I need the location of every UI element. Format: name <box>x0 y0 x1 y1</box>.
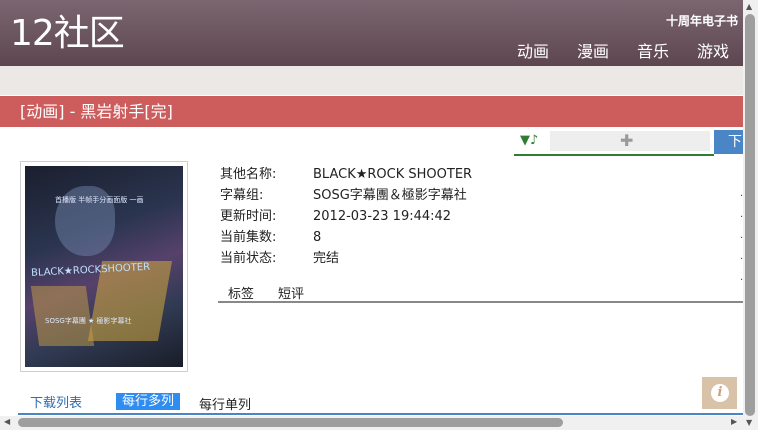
cover-side-text: 首播版 半帧手分画面版 一画 <box>55 196 144 204</box>
info-value: 8 <box>313 230 322 245</box>
anniversary-ebook-link[interactable]: 十周年电子书 <box>666 12 738 29</box>
media-toolbar: ▼♪ ✚ <box>514 130 714 156</box>
puzzle-icon: ✚ <box>620 131 634 150</box>
scroll-down-icon[interactable]: ▼ <box>746 418 752 427</box>
info-button[interactable]: i <box>702 377 737 409</box>
scroll-right-icon[interactable]: ▶ <box>731 417 737 426</box>
info-value: 2012-03-23 19:44:42 <box>313 209 452 224</box>
page-title: [动画] - 黑岩射手[完] <box>0 96 743 127</box>
info-icon: i <box>711 384 729 402</box>
info-row: 更新时间: 2012-03-23 19:44:42 <box>220 206 472 227</box>
info-row: 当前集数: 8 <box>220 227 472 248</box>
info-panel: 其他名称: BLACK★ROCK SHOOTER 字幕组: SOSG字幕團＆極影… <box>220 164 472 269</box>
tab-tags[interactable]: 标签 <box>228 283 254 302</box>
main-nav: 动画 漫画 音乐 游戏 <box>517 38 729 62</box>
info-label: 更新时间: <box>220 209 277 224</box>
horizontal-scroll-thumb[interactable] <box>18 418 563 427</box>
info-row: 字幕组: SOSG字幕團＆極影字幕社 <box>220 185 472 206</box>
info-row: 当前状态: 完结 <box>220 248 472 269</box>
scroll-left-icon[interactable]: ◀ <box>4 417 10 426</box>
site-header: 12社区 十周年电子书 动画 漫画 音乐 游戏 <box>0 0 743 66</box>
vertical-scroll-thumb[interactable] <box>745 14 755 416</box>
tab-short-reviews[interactable]: 短评 <box>278 283 304 302</box>
info-label: 其他名称: <box>220 167 277 182</box>
horizontal-scrollbar[interactable]: ◀ ▶ <box>0 416 743 430</box>
download-list-title: 下载列表 <box>30 396 83 411</box>
download-button[interactable]: 下 <box>714 130 743 154</box>
nav-item-anime[interactable]: 动画 <box>517 38 549 62</box>
multi-column-toggle[interactable]: 每行多列 <box>116 393 181 410</box>
detail-tabs: 标签 短评 <box>218 282 743 303</box>
nav-item-manga[interactable]: 漫画 <box>577 38 609 62</box>
scroll-up-icon[interactable]: ▲ <box>746 2 752 11</box>
info-row: 其他名称: BLACK★ROCK SHOOTER <box>220 164 472 185</box>
info-value: SOSG字幕團＆極影字幕社 <box>313 188 467 203</box>
cover-artwork: 首播版 半帧手分画面版 一画 BLACK★ROCKSHOOTER SOSG字幕團… <box>25 166 183 367</box>
subheader-band <box>0 66 743 95</box>
site-logo[interactable]: 12社区 <box>10 14 125 54</box>
download-list-bar: 下载列表 每行多列 每行单列 <box>18 392 743 415</box>
nav-item-music[interactable]: 音乐 <box>637 38 669 62</box>
info-label: 当前集数: <box>220 230 277 245</box>
vertical-scrollbar[interactable]: ▲ ▼ <box>743 0 758 430</box>
info-label: 字幕组: <box>220 188 264 203</box>
info-value: BLACK★ROCK SHOOTER <box>313 167 473 182</box>
info-label: 当前状态: <box>220 251 277 266</box>
single-column-toggle[interactable]: 每行单列 <box>199 394 251 413</box>
plugin-area[interactable]: ✚ <box>550 131 710 151</box>
nav-item-games[interactable]: 游戏 <box>697 38 729 62</box>
info-value: 完结 <box>313 251 340 266</box>
cover-sub-text: SOSG字幕團 ★ 極影字幕社 <box>45 317 132 325</box>
music-note-icon[interactable]: ▼♪ <box>520 133 538 148</box>
cover-image: 首播版 半帧手分画面版 一画 BLACK★ROCKSHOOTER SOSG字幕團… <box>20 161 188 372</box>
